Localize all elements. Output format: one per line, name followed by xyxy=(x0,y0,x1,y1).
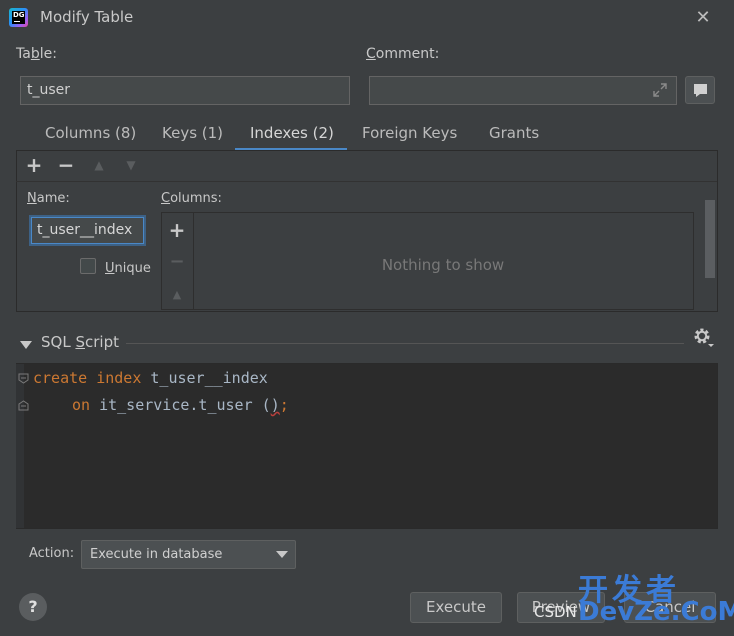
table-name-input[interactable]: t_user xyxy=(20,76,350,105)
add-index-button[interactable]: + xyxy=(23,154,45,176)
empty-list-text: Nothing to show xyxy=(381,256,505,274)
remove-column-button[interactable]: − xyxy=(166,251,188,273)
move-up-button[interactable]: ▲ xyxy=(88,154,110,176)
expand-icon[interactable] xyxy=(652,82,668,98)
add-column-button[interactable]: + xyxy=(166,219,188,241)
fold-end-icon[interactable] xyxy=(18,399,29,411)
watermark-en: DevZe.CoM xyxy=(578,597,734,627)
remove-index-button[interactable]: − xyxy=(55,154,77,176)
gear-icon[interactable] xyxy=(692,326,714,348)
execute-button[interactable]: Execute xyxy=(410,592,502,623)
window-title: Modify Table xyxy=(40,8,134,26)
sql-editor[interactable] xyxy=(16,363,718,529)
comment-icon xyxy=(694,84,707,97)
index-name-label: Name: xyxy=(27,191,70,206)
comment-input[interactable] xyxy=(369,76,677,105)
index-name-input[interactable]: t_user__index xyxy=(29,215,146,246)
action-select[interactable]: Execute in database xyxy=(81,540,296,569)
tab-indexes[interactable]: Indexes (2) xyxy=(250,124,334,150)
tab-grants[interactable]: Grants xyxy=(489,124,539,150)
code-line-2: on it_service.t_user (); xyxy=(72,396,289,414)
comment-label: Comment: xyxy=(366,46,440,62)
fold-start-icon[interactable] xyxy=(18,372,29,384)
comment-button[interactable] xyxy=(685,76,715,104)
collapse-triangle-icon[interactable] xyxy=(20,338,32,349)
tab-foreign-keys[interactable]: Foreign Keys xyxy=(362,124,457,150)
table-label: Table: xyxy=(16,46,57,62)
move-down-button[interactable]: ▼ xyxy=(120,154,142,176)
tab-columns[interactable]: Columns (8) xyxy=(45,124,136,150)
index-columns-label: Columns: xyxy=(161,191,222,206)
panel-scrollbar[interactable] xyxy=(705,200,715,278)
sql-divider xyxy=(126,343,684,344)
dropdown-arrow-icon[interactable] xyxy=(276,551,288,558)
unique-label[interactable]: Unique xyxy=(105,261,151,276)
close-icon[interactable]: ✕ xyxy=(693,8,713,28)
help-button[interactable]: ? xyxy=(19,593,47,621)
code-line-1: create index t_user__index xyxy=(33,369,268,387)
tab-keys[interactable]: Keys (1) xyxy=(162,124,223,150)
move-column-up-button[interactable]: ▲ xyxy=(166,284,188,306)
editor-gutter xyxy=(16,364,24,528)
sql-script-label[interactable]: SQL Script xyxy=(41,333,119,351)
action-label: Action: xyxy=(29,546,75,561)
watermark-csdn: CSDN xyxy=(534,603,577,621)
unique-checkbox[interactable] xyxy=(80,258,96,274)
datagrip-app-icon: DG xyxy=(9,8,28,27)
